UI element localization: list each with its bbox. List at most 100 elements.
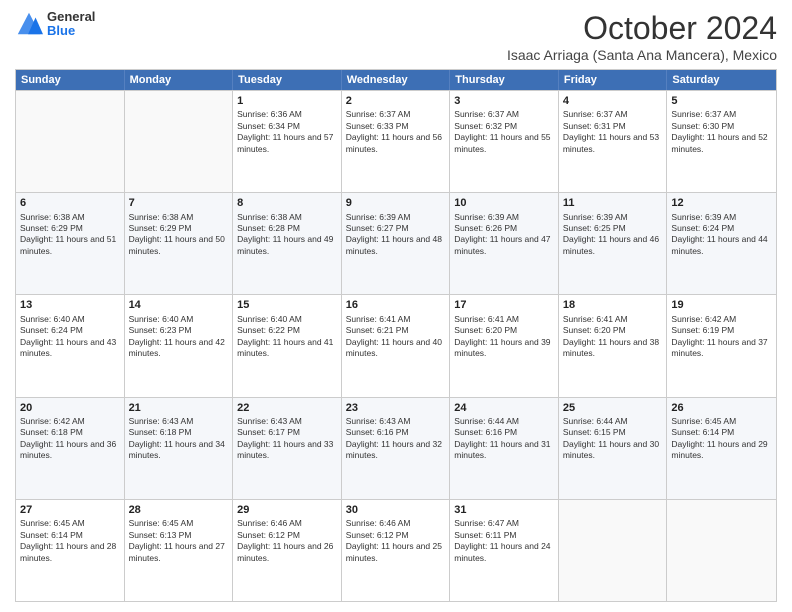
- logo-text: General Blue: [47, 10, 95, 39]
- day-info: Sunrise: 6:41 AM Sunset: 6:21 PM Dayligh…: [346, 314, 446, 360]
- day-number: 8: [237, 196, 337, 210]
- day-number: 15: [237, 298, 337, 312]
- day-info: Sunrise: 6:42 AM Sunset: 6:18 PM Dayligh…: [20, 416, 120, 462]
- day-number: 12: [671, 196, 772, 210]
- calendar-cell: 8 Sunrise: 6:38 AM Sunset: 6:28 PM Daylig…: [233, 193, 342, 294]
- day-info: Sunrise: 6:39 AM Sunset: 6:26 PM Dayligh…: [454, 212, 554, 258]
- calendar-cell: 19 Sunrise: 6:42 AM Sunset: 6:19 PM Dayli…: [667, 295, 776, 396]
- calendar-cell: 28Sunrise: 6:45 AM Sunset: 6:13 PM Dayli…: [125, 500, 234, 601]
- calendar-cell: 30Sunrise: 6:46 AM Sunset: 6:12 PM Dayli…: [342, 500, 451, 601]
- calendar-cell: 2Sunrise: 6:37 AM Sunset: 6:33 PM Daylig…: [342, 91, 451, 192]
- calendar-cell: [559, 500, 668, 601]
- day-info: Sunrise: 6:44 AM Sunset: 6:15 PM Dayligh…: [563, 416, 663, 462]
- calendar-cell: 3Sunrise: 6:37 AM Sunset: 6:32 PM Daylig…: [450, 91, 559, 192]
- day-number: 4: [563, 94, 663, 108]
- calendar-row-4: 27Sunrise: 6:45 AM Sunset: 6:14 PM Dayli…: [16, 499, 776, 601]
- day-number: 5: [671, 94, 772, 108]
- calendar-cell: 20Sunrise: 6:42 AM Sunset: 6:18 PM Dayli…: [16, 398, 125, 499]
- header-day-tuesday: Tuesday: [233, 70, 342, 90]
- day-info: Sunrise: 6:38 AM Sunset: 6:29 PM Dayligh…: [129, 212, 229, 258]
- calendar-cell: [16, 91, 125, 192]
- calendar-cell: 24Sunrise: 6:44 AM Sunset: 6:16 PM Dayli…: [450, 398, 559, 499]
- calendar-cell: 12 Sunrise: 6:39 AM Sunset: 6:24 PM Dayli…: [667, 193, 776, 294]
- day-info: Sunrise: 6:47 AM Sunset: 6:11 PM Dayligh…: [454, 518, 554, 564]
- header-day-wednesday: Wednesday: [342, 70, 451, 90]
- logo-general: General: [47, 10, 95, 24]
- day-number: 13: [20, 298, 120, 312]
- header-day-saturday: Saturday: [667, 70, 776, 90]
- calendar-cell: 9 Sunrise: 6:39 AM Sunset: 6:27 PM Daylig…: [342, 193, 451, 294]
- day-number: 1: [237, 94, 337, 108]
- day-number: 14: [129, 298, 229, 312]
- day-info: Sunrise: 6:43 AM Sunset: 6:17 PM Dayligh…: [237, 416, 337, 462]
- day-number: 7: [129, 196, 229, 210]
- day-number: 26: [671, 401, 772, 415]
- calendar-cell: 23Sunrise: 6:43 AM Sunset: 6:16 PM Dayli…: [342, 398, 451, 499]
- day-number: 23: [346, 401, 446, 415]
- header-day-sunday: Sunday: [16, 70, 125, 90]
- day-info: Sunrise: 6:39 AM Sunset: 6:24 PM Dayligh…: [671, 212, 772, 258]
- logo-blue: Blue: [47, 24, 95, 38]
- day-info: Sunrise: 6:43 AM Sunset: 6:16 PM Dayligh…: [346, 416, 446, 462]
- day-number: 31: [454, 503, 554, 517]
- header-day-thursday: Thursday: [450, 70, 559, 90]
- calendar-cell: 27Sunrise: 6:45 AM Sunset: 6:14 PM Dayli…: [16, 500, 125, 601]
- calendar-cell: 4Sunrise: 6:37 AM Sunset: 6:31 PM Daylig…: [559, 91, 668, 192]
- day-number: 17: [454, 298, 554, 312]
- calendar-cell: 25Sunrise: 6:44 AM Sunset: 6:15 PM Dayli…: [559, 398, 668, 499]
- calendar-cell: 21Sunrise: 6:43 AM Sunset: 6:18 PM Dayli…: [125, 398, 234, 499]
- day-info: Sunrise: 6:39 AM Sunset: 6:27 PM Dayligh…: [346, 212, 446, 258]
- day-number: 19: [671, 298, 772, 312]
- calendar-cell: 18 Sunrise: 6:41 AM Sunset: 6:20 PM Dayli…: [559, 295, 668, 396]
- day-info: Sunrise: 6:40 AM Sunset: 6:24 PM Dayligh…: [20, 314, 120, 360]
- day-number: 16: [346, 298, 446, 312]
- day-info: Sunrise: 6:42 AM Sunset: 6:19 PM Dayligh…: [671, 314, 772, 360]
- day-number: 18: [563, 298, 663, 312]
- header-day-friday: Friday: [559, 70, 668, 90]
- day-number: 27: [20, 503, 120, 517]
- day-info: Sunrise: 6:38 AM Sunset: 6:28 PM Dayligh…: [237, 212, 337, 258]
- day-info: Sunrise: 6:37 AM Sunset: 6:31 PM Dayligh…: [563, 109, 663, 155]
- day-info: Sunrise: 6:45 AM Sunset: 6:13 PM Dayligh…: [129, 518, 229, 564]
- title-block: October 2024 Isaac Arriaga (Santa Ana Ma…: [507, 10, 777, 63]
- calendar-cell: [667, 500, 776, 601]
- day-number: 21: [129, 401, 229, 415]
- day-number: 28: [129, 503, 229, 517]
- day-info: Sunrise: 6:46 AM Sunset: 6:12 PM Dayligh…: [237, 518, 337, 564]
- day-info: Sunrise: 6:40 AM Sunset: 6:23 PM Dayligh…: [129, 314, 229, 360]
- location-subtitle: Isaac Arriaga (Santa Ana Mancera), Mexic…: [507, 47, 777, 63]
- day-number: 20: [20, 401, 120, 415]
- calendar-row-0: 1Sunrise: 6:36 AM Sunset: 6:34 PM Daylig…: [16, 90, 776, 192]
- day-number: 22: [237, 401, 337, 415]
- calendar-cell: [125, 91, 234, 192]
- calendar-row-2: 13 Sunrise: 6:40 AM Sunset: 6:24 PM Dayli…: [16, 294, 776, 396]
- calendar-cell: 15Sunrise: 6:40 AM Sunset: 6:22 PM Dayli…: [233, 295, 342, 396]
- day-number: 24: [454, 401, 554, 415]
- calendar-cell: 17Sunrise: 6:41 AM Sunset: 6:20 PM Dayli…: [450, 295, 559, 396]
- header: General Blue October 2024 Isaac Arriaga …: [15, 10, 777, 63]
- calendar-header: SundayMondayTuesdayWednesdayThursdayFrid…: [16, 70, 776, 90]
- calendar-cell: 22Sunrise: 6:43 AM Sunset: 6:17 PM Dayli…: [233, 398, 342, 499]
- day-number: 9: [346, 196, 446, 210]
- logo-icon: [15, 10, 43, 38]
- day-number: 2: [346, 94, 446, 108]
- calendar-cell: 13 Sunrise: 6:40 AM Sunset: 6:24 PM Dayli…: [16, 295, 125, 396]
- day-number: 25: [563, 401, 663, 415]
- day-info: Sunrise: 6:46 AM Sunset: 6:12 PM Dayligh…: [346, 518, 446, 564]
- day-info: Sunrise: 6:38 AM Sunset: 6:29 PM Dayligh…: [20, 212, 120, 258]
- calendar-cell: 26Sunrise: 6:45 AM Sunset: 6:14 PM Dayli…: [667, 398, 776, 499]
- calendar: SundayMondayTuesdayWednesdayThursdayFrid…: [15, 69, 777, 602]
- day-info: Sunrise: 6:37 AM Sunset: 6:33 PM Dayligh…: [346, 109, 446, 155]
- day-info: Sunrise: 6:37 AM Sunset: 6:32 PM Dayligh…: [454, 109, 554, 155]
- day-info: Sunrise: 6:43 AM Sunset: 6:18 PM Dayligh…: [129, 416, 229, 462]
- calendar-row-1: 6Sunrise: 6:38 AM Sunset: 6:29 PM Daylig…: [16, 192, 776, 294]
- calendar-cell: 16 Sunrise: 6:41 AM Sunset: 6:21 PM Dayli…: [342, 295, 451, 396]
- day-info: Sunrise: 6:37 AM Sunset: 6:30 PM Dayligh…: [671, 109, 772, 155]
- month-title: October 2024: [507, 10, 777, 47]
- calendar-cell: 29Sunrise: 6:46 AM Sunset: 6:12 PM Dayli…: [233, 500, 342, 601]
- day-info: Sunrise: 6:41 AM Sunset: 6:20 PM Dayligh…: [563, 314, 663, 360]
- calendar-cell: 7 Sunrise: 6:38 AM Sunset: 6:29 PM Daylig…: [125, 193, 234, 294]
- calendar-cell: 10Sunrise: 6:39 AM Sunset: 6:26 PM Dayli…: [450, 193, 559, 294]
- calendar-body: 1Sunrise: 6:36 AM Sunset: 6:34 PM Daylig…: [16, 90, 776, 601]
- page: General Blue October 2024 Isaac Arriaga …: [0, 0, 792, 612]
